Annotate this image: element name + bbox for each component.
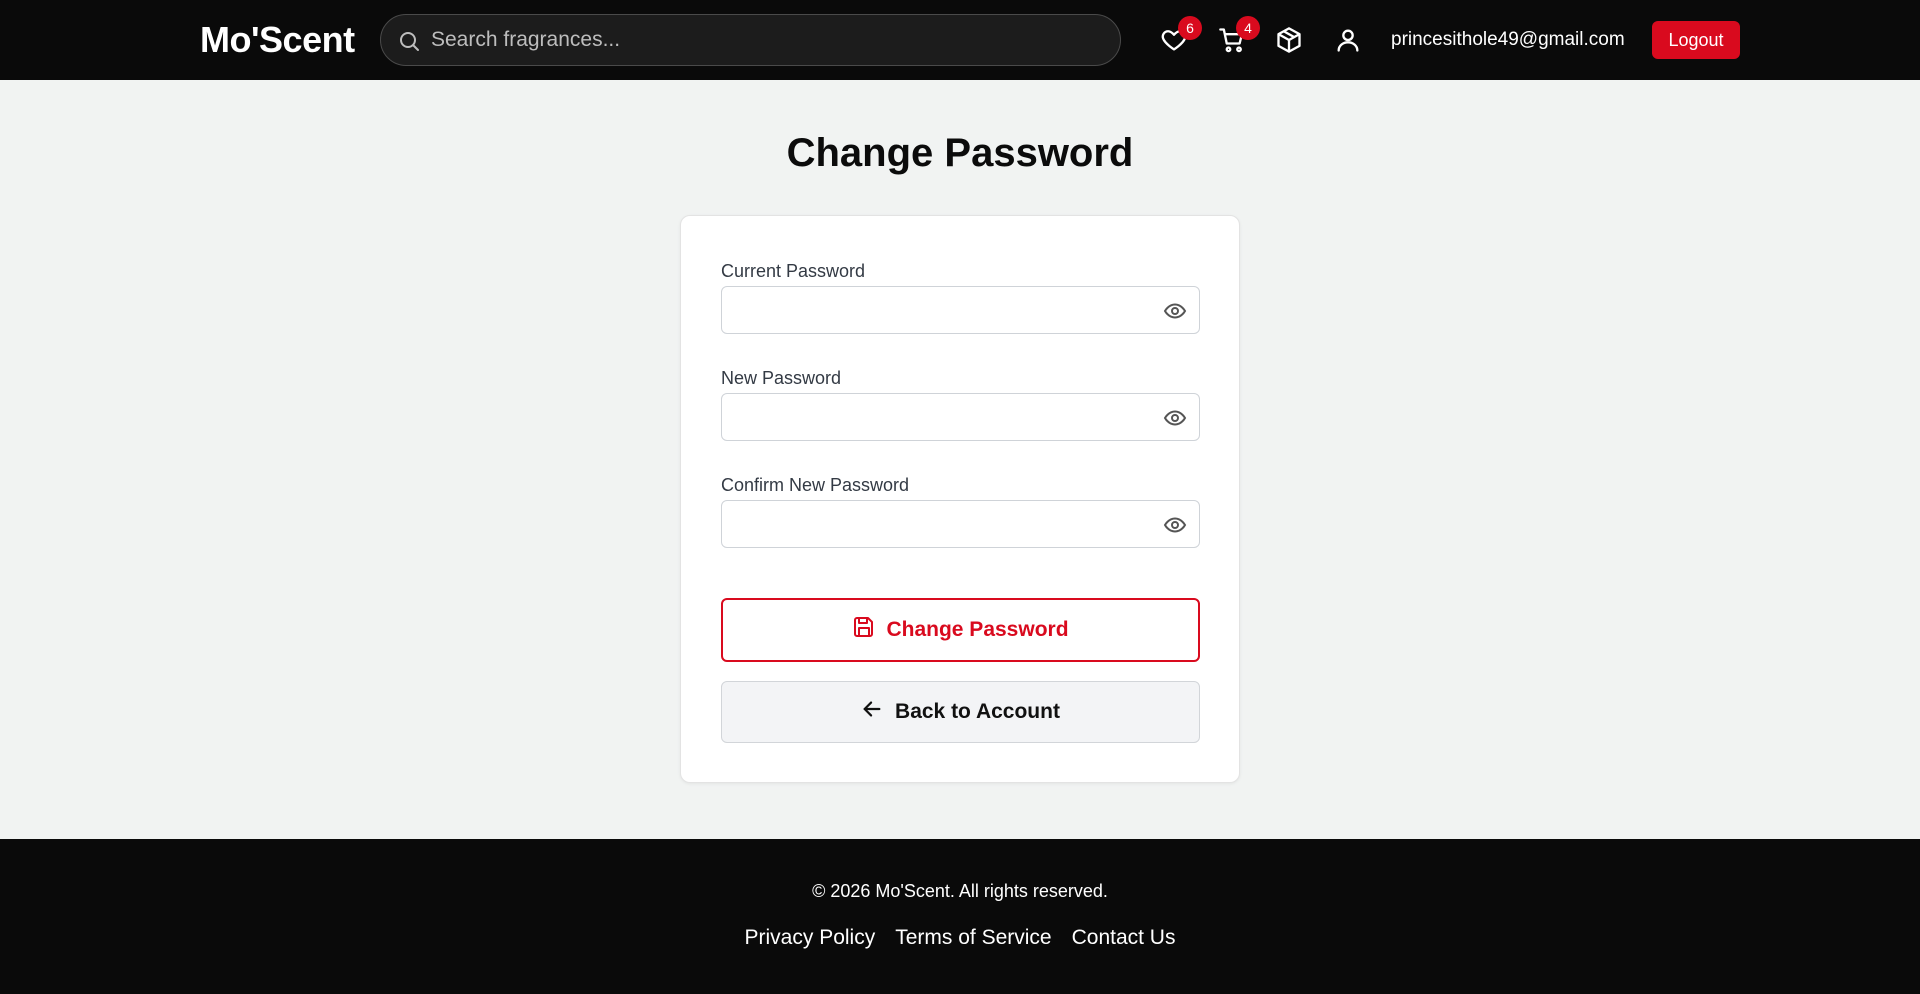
- eye-icon[interactable]: [1163, 299, 1187, 323]
- wishlist-count-badge: 6: [1178, 16, 1202, 40]
- contact-us-link[interactable]: Contact Us: [1072, 925, 1176, 951]
- heart-icon: [1160, 30, 1188, 58]
- eye-icon[interactable]: [1163, 513, 1187, 537]
- change-password-button[interactable]: Change Password: [721, 598, 1200, 662]
- orders-button[interactable]: [1275, 26, 1303, 54]
- footer: © 2026 Mo'Scent. All rights reserved. Pr…: [0, 839, 1920, 994]
- new-password-input[interactable]: [734, 394, 1134, 440]
- current-password-field[interactable]: [721, 286, 1200, 334]
- new-password-field[interactable]: [721, 393, 1200, 441]
- confirm-password-input[interactable]: [734, 501, 1134, 547]
- search-icon: [397, 29, 421, 53]
- change-password-form: Current Password New Password Confirm Ne…: [680, 215, 1240, 783]
- logout-button[interactable]: Logout: [1652, 21, 1740, 59]
- confirm-password-label: Confirm New Password: [721, 475, 910, 495]
- copyright-text: © 2026 Mo'Scent. All rights reserved.: [812, 881, 1108, 901]
- cart-icon: [1218, 28, 1246, 58]
- back-to-account-button-label: Back to Account: [895, 700, 1060, 723]
- top-navbar: Mo'Scent 6 4 princesithole49@gmail.com L…: [0, 0, 1920, 80]
- wishlist-button[interactable]: 6: [1160, 16, 1202, 54]
- save-icon: [852, 615, 876, 645]
- current-password-label: Current Password: [721, 261, 866, 281]
- site-logo[interactable]: Mo'Scent: [200, 18, 355, 62]
- back-to-account-button[interactable]: Back to Account: [721, 681, 1200, 743]
- change-password-button-label: Change Password: [886, 618, 1069, 641]
- eye-icon[interactable]: [1163, 406, 1187, 430]
- package-icon: [1275, 27, 1303, 58]
- search-bar[interactable]: [380, 14, 1121, 66]
- privacy-policy-link[interactable]: Privacy Policy: [745, 925, 876, 951]
- search-input[interactable]: [431, 15, 1101, 65]
- cart-button[interactable]: 4: [1218, 16, 1260, 54]
- page-title: Change Password: [786, 131, 1134, 175]
- arrow-left-icon: [861, 698, 883, 726]
- cart-count-badge: 4: [1236, 16, 1260, 40]
- user-icon: [1334, 29, 1362, 58]
- user-email: princesithole49@gmail.com: [1391, 29, 1625, 50]
- confirm-password-field[interactable]: [721, 500, 1200, 548]
- terms-of-service-link[interactable]: Terms of Service: [895, 925, 1051, 951]
- account-button[interactable]: [1334, 26, 1362, 54]
- current-password-input[interactable]: [734, 287, 1134, 333]
- new-password-label: New Password: [721, 368, 842, 388]
- footer-links: Privacy Policy Terms of Service Contact …: [0, 925, 1920, 951]
